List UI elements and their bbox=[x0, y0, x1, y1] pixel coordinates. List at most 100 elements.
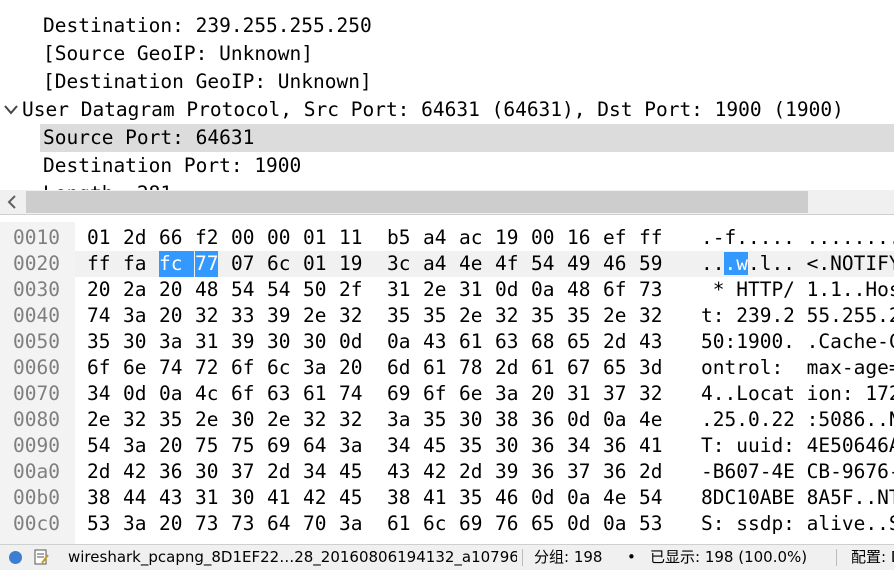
hex-byte[interactable]: 74 bbox=[159, 355, 182, 381]
hex-byte[interactable]: 42 bbox=[303, 485, 326, 511]
hex-byte[interactable]: 0d bbox=[495, 277, 518, 303]
hex-byte[interactable]: 0a bbox=[603, 407, 626, 433]
hex-byte[interactable]: 74 bbox=[339, 381, 362, 407]
hex-byte[interactable]: 20 bbox=[159, 511, 182, 537]
hex-row[interactable]: 0010 01 2d 66 f2 00 00 01 11 b5 a4 ac 19 00 16 ef ff .-f.… bbox=[0, 225, 894, 251]
ascii-dump[interactable]: t: 239.2 55.255.2 bbox=[701, 303, 894, 329]
hex-byte[interactable]: b5 bbox=[387, 225, 410, 251]
hex-byte[interactable]: 35 bbox=[567, 303, 590, 329]
selected-hex-byte[interactable]: 77 bbox=[195, 251, 219, 277]
ascii-dump[interactable]: .-f..... ........ bbox=[701, 225, 894, 251]
hex-byte[interactable]: 19 bbox=[339, 251, 362, 277]
hex-row[interactable]: 0030 20 2a 20 48 54 54 50 2f 31 2e 31 0d 0a 48 6f 73 * H… bbox=[0, 277, 894, 303]
hex-byte[interactable]: 64 bbox=[267, 511, 290, 537]
hex-byte[interactable]: 0a bbox=[567, 485, 590, 511]
hex-byte[interactable]: 61 bbox=[423, 355, 446, 381]
hex-byte[interactable]: 48 bbox=[195, 277, 218, 303]
hex-byte[interactable]: 61 bbox=[387, 511, 410, 537]
hex-byte[interactable]: 20 bbox=[87, 277, 110, 303]
hex-byte[interactable]: 11 bbox=[339, 225, 362, 251]
hex-byte[interactable]: 30 bbox=[231, 485, 254, 511]
hex-byte[interactable]: 2d bbox=[495, 355, 518, 381]
hex-byte[interactable]: 42 bbox=[423, 459, 446, 485]
hex-byte[interactable]: 19 bbox=[495, 225, 518, 251]
hex-byte[interactable]: 41 bbox=[423, 485, 446, 511]
hex-byte[interactable]: 39 bbox=[267, 303, 290, 329]
hex-byte[interactable]: 0d bbox=[531, 485, 554, 511]
hex-byte[interactable]: 75 bbox=[231, 433, 254, 459]
hex-byte[interactable]: 65 bbox=[567, 329, 590, 355]
hex-byte[interactable]: 20 bbox=[159, 277, 182, 303]
hex-byte[interactable]: 78 bbox=[459, 355, 482, 381]
hex-byte[interactable]: 54 bbox=[231, 277, 254, 303]
hex-byte[interactable]: 33 bbox=[231, 303, 254, 329]
hex-byte[interactable]: 54 bbox=[531, 251, 554, 277]
hex-byte[interactable]: 45 bbox=[339, 485, 362, 511]
hex-byte[interactable]: 32 bbox=[339, 303, 362, 329]
hex-byte[interactable]: 2d bbox=[459, 459, 482, 485]
hex-row[interactable]: 0060 6f 6e 74 72 6f 6c 3a 20 6d 61 78 2d 61 67 65 3d ontr… bbox=[0, 355, 894, 381]
ascii-dump[interactable]: .25.0.22 :5086..N bbox=[701, 407, 894, 433]
hex-byte[interactable]: 36 bbox=[531, 459, 554, 485]
hex-byte[interactable]: 3a bbox=[159, 329, 182, 355]
hex-byte[interactable]: 75 bbox=[195, 433, 218, 459]
hex-byte[interactable]: ac bbox=[459, 225, 482, 251]
hex-byte[interactable]: 45 bbox=[423, 433, 446, 459]
hex-byte[interactable]: 69 bbox=[459, 511, 482, 537]
hex-byte[interactable]: 2e bbox=[603, 303, 626, 329]
hex-byte[interactable]: 2a bbox=[123, 277, 146, 303]
hex-byte[interactable]: 69 bbox=[387, 381, 410, 407]
hex-byte[interactable]: 34 bbox=[87, 381, 110, 407]
hex-byte[interactable]: 6f bbox=[231, 355, 254, 381]
ascii-dump[interactable]: ontrol: max-age= bbox=[701, 355, 894, 381]
hex-byte[interactable]: 69 bbox=[267, 433, 290, 459]
hex-row[interactable]: 00b0 38 44 43 31 30 41 42 45 38 41 35 46 0d 0a 4e 54 8DC1… bbox=[0, 485, 894, 511]
hex-byte[interactable]: 73 bbox=[195, 511, 218, 537]
hex-byte[interactable]: 34 bbox=[567, 433, 590, 459]
hex-byte[interactable]: 30 bbox=[231, 407, 254, 433]
hex-byte[interactable]: ff bbox=[87, 251, 110, 277]
hex-byte[interactable]: a4 bbox=[423, 251, 446, 277]
hex-byte[interactable]: 2e bbox=[303, 303, 326, 329]
hex-byte[interactable]: 2e bbox=[195, 407, 218, 433]
hex-byte[interactable]: 00 bbox=[231, 225, 254, 251]
ascii-dump[interactable]: 50:1900. .Cache-C bbox=[701, 329, 894, 355]
hex-byte[interactable]: 36 bbox=[531, 407, 554, 433]
hex-byte[interactable]: 73 bbox=[231, 511, 254, 537]
hex-row[interactable]: 0070 34 0d 0a 4c 6f 63 61 74 69 6f 6e 3a 20 31 37 32 4..L… bbox=[0, 381, 894, 407]
hex-byte[interactable]: 3a bbox=[339, 433, 362, 459]
hex-byte[interactable]: 61 bbox=[459, 329, 482, 355]
hex-byte[interactable]: 61 bbox=[303, 381, 326, 407]
hex-byte[interactable]: 54 bbox=[267, 277, 290, 303]
hex-byte[interactable]: 35 bbox=[423, 303, 446, 329]
hex-byte[interactable]: 07 bbox=[231, 251, 254, 277]
hex-byte[interactable]: 63 bbox=[267, 381, 290, 407]
hex-byte[interactable]: f2 bbox=[195, 225, 218, 251]
hex-byte[interactable]: 2e bbox=[87, 407, 110, 433]
hex-byte[interactable]: 3a bbox=[303, 355, 326, 381]
hex-byte[interactable]: 3a bbox=[339, 511, 362, 537]
scrollbar-thumb[interactable] bbox=[26, 191, 808, 213]
hex-byte[interactable]: 3a bbox=[123, 511, 146, 537]
hex-byte[interactable]: 49 bbox=[567, 251, 590, 277]
hex-byte[interactable]: 6f bbox=[231, 381, 254, 407]
hex-byte[interactable]: 3a bbox=[495, 381, 518, 407]
status-indicator-icon[interactable] bbox=[9, 551, 22, 564]
hex-byte[interactable]: 39 bbox=[231, 329, 254, 355]
hex-byte[interactable]: 6f bbox=[423, 381, 446, 407]
hex-byte[interactable]: 3a bbox=[123, 433, 146, 459]
hex-byte[interactable]: 50 bbox=[303, 277, 326, 303]
hex-byte[interactable]: 6e bbox=[459, 381, 482, 407]
hex-row[interactable]: 00a0 2d 42 36 30 37 2d 34 45 43 42 2d 39 36 37 36 2d -B60… bbox=[0, 459, 894, 485]
hex-byte[interactable]: 31 bbox=[387, 277, 410, 303]
hex-byte[interactable]: 3c bbox=[387, 251, 410, 277]
hex-byte[interactable]: 6c bbox=[267, 251, 290, 277]
hex-byte[interactable]: 2e bbox=[423, 277, 446, 303]
hex-byte[interactable]: 43 bbox=[639, 329, 662, 355]
hex-byte[interactable]: 32 bbox=[195, 303, 218, 329]
hex-row[interactable]: 0090 54 3a 20 75 75 69 64 3a 34 45 35 30 36 34 36 41 T: u… bbox=[0, 433, 894, 459]
hex-row[interactable]: 0040 74 3a 20 32 33 39 2e 32 35 35 2e 32 35 35 2e 32 t: 2… bbox=[0, 303, 894, 329]
hex-byte[interactable]: 2f bbox=[339, 277, 362, 303]
hex-byte[interactable]: 20 bbox=[159, 433, 182, 459]
hex-byte[interactable]: 0a bbox=[387, 329, 410, 355]
